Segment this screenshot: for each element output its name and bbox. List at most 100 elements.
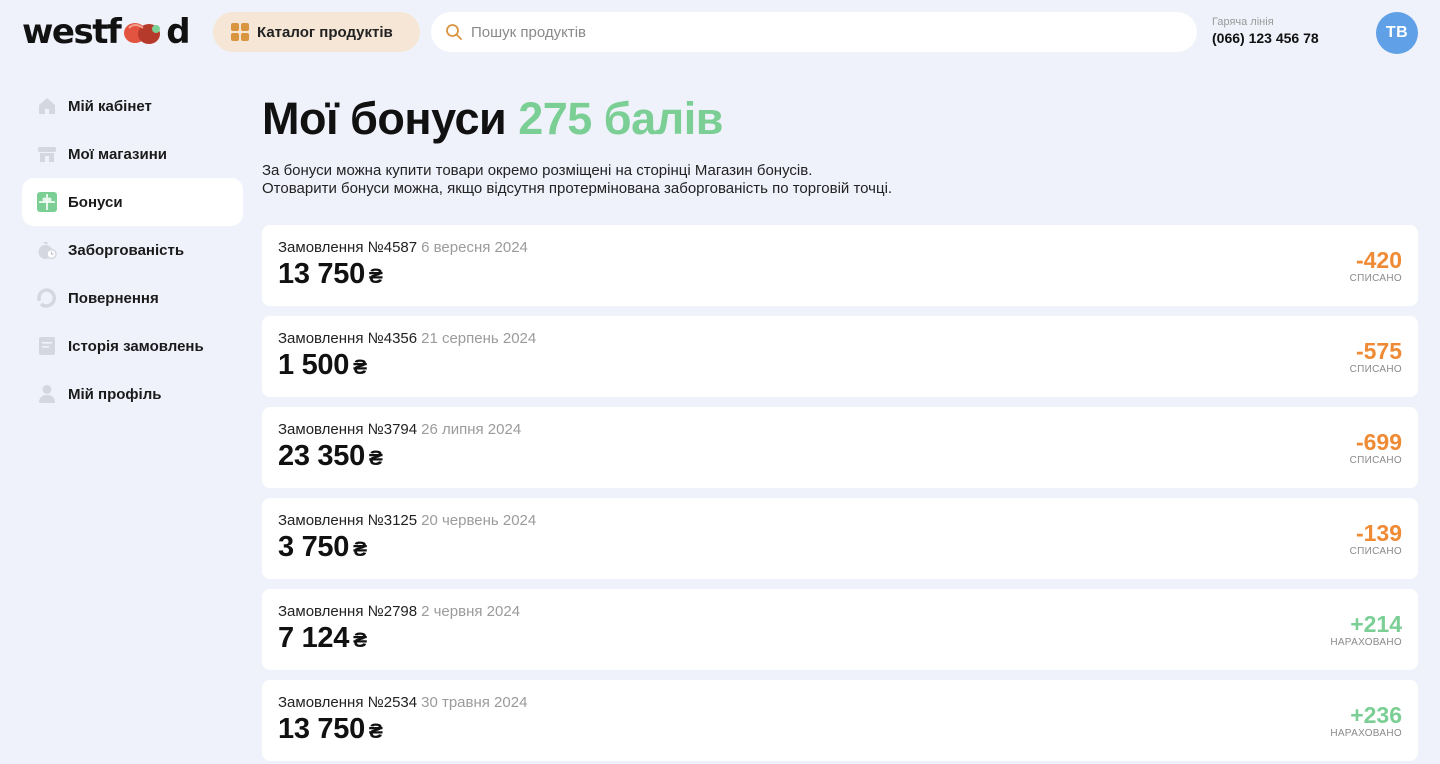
- order-header: Замовлення №3125 20 червень 2024: [278, 512, 1402, 530]
- currency-symbol: ₴: [368, 720, 383, 743]
- hotline: Гаряча лінія (066) 123 456 78: [1212, 16, 1352, 47]
- order-sum: 23 350 ₴: [278, 439, 1402, 476]
- sidebar-item-label: Бонуси: [68, 193, 123, 211]
- home-icon: [36, 95, 58, 117]
- sidebar-item-label: Заборгованість: [68, 241, 185, 259]
- sidebar: Мій кабінет Мої магазини Бонуси Заборгов…: [22, 82, 243, 418]
- bonus-description-line: За бонуси можна купити товари окремо роз…: [262, 162, 813, 179]
- gift-icon: [36, 191, 58, 213]
- order-amount: 3 750: [278, 531, 350, 563]
- search-input[interactable]: [471, 23, 1197, 41]
- order-sum: 13 750 ₴: [278, 257, 1402, 294]
- order-card[interactable]: Замовлення №3125 20 червень 2024 3 750 ₴ -…: [262, 498, 1418, 579]
- order-card[interactable]: Замовлення №2534 30 травня 2024 13 750 ₴ +…: [262, 680, 1418, 761]
- order-date: 26 липня 2024: [421, 421, 522, 438]
- order-header: Замовлення №3794 26 липня 2024: [278, 421, 1402, 439]
- order-number: Замовлення №2534: [278, 694, 418, 711]
- bonus-value: -575: [1355, 338, 1402, 364]
- orders-list: Замовлення №4587 6 вересня 2024 13 750 ₴ -…: [262, 225, 1418, 764]
- currency-symbol: ₴: [368, 265, 383, 288]
- sidebar-item-label: Історія замовлень: [68, 337, 204, 355]
- order-card[interactable]: Замовлення №4587 6 вересня 2024 13 750 ₴ -…: [262, 225, 1418, 306]
- order-header: Замовлення №2534 30 травня 2024: [278, 694, 1402, 712]
- order-date: 21 серпень 2024: [421, 330, 537, 347]
- sidebar-item-history[interactable]: Історія замовлень: [22, 322, 243, 370]
- order-bonus: -139 СПИСАНО: [1350, 520, 1402, 558]
- bonus-status: НАРАХОВАНО: [1330, 728, 1402, 739]
- bonus-value: +236: [1350, 702, 1402, 728]
- user-icon: [36, 383, 58, 405]
- order-number: Замовлення №2798: [278, 603, 418, 620]
- order-number: Замовлення №3794: [278, 421, 418, 438]
- order-bonus: -699 СПИСАНО: [1350, 429, 1402, 467]
- order-amount: 13 750: [278, 713, 365, 745]
- order-bonus: -575 СПИСАНО: [1350, 338, 1402, 376]
- currency-symbol: ₴: [353, 356, 367, 379]
- order-bonus: +214 НАРАХОВАНО: [1330, 611, 1402, 649]
- currency-symbol: ₴: [353, 629, 367, 652]
- sidebar-item-label: Повернення: [68, 289, 159, 307]
- order-date: 20 червень 2024: [421, 512, 537, 529]
- order-header: Замовлення №2798 2 червня 2024: [278, 603, 1402, 621]
- order-sum: 13 750 ₴: [278, 712, 1402, 749]
- sidebar-item-profile[interactable]: Мій профіль: [22, 370, 243, 418]
- logo-text-left: westf: [22, 12, 122, 52]
- sidebar-item-label: Мій кабінет: [68, 97, 152, 115]
- order-amount: 23 350: [278, 440, 365, 472]
- logo-text-right: d: [166, 12, 190, 52]
- order-card[interactable]: Замовлення №3794 26 липня 2024 23 350 ₴ -6…: [262, 407, 1418, 488]
- page: westf d Каталог продуктів Гаряча ліні: [0, 0, 1440, 764]
- sidebar-item-bonuses[interactable]: Бонуси: [22, 178, 243, 226]
- order-amount: 1 500: [278, 349, 350, 381]
- money-bag-icon: [36, 239, 58, 261]
- order-number: Замовлення №3125: [278, 512, 418, 529]
- order-bonus: -420 СПИСАНО: [1350, 247, 1402, 285]
- header: westf d Каталог продуктів Гаряча ліні: [0, 0, 1440, 64]
- order-card[interactable]: Замовлення №4356 21 серпень 2024 1 500 ₴ -…: [262, 316, 1418, 397]
- sidebar-item-stores[interactable]: Мої магазини: [22, 130, 243, 178]
- page-title-text: Мої бонуси: [262, 93, 507, 144]
- document-icon: [36, 335, 58, 357]
- order-amount: 7 124: [278, 622, 350, 654]
- bonus-points-total: 275 балів: [518, 93, 723, 144]
- bonus-status: СПИСАНО: [1349, 273, 1402, 284]
- logo[interactable]: westf d: [22, 12, 191, 52]
- search-bar: [431, 12, 1197, 52]
- order-header: Замовлення №4587 6 вересня 2024: [278, 239, 1402, 257]
- search-icon: [446, 24, 462, 40]
- order-bonus: +236 НАРАХОВАНО: [1330, 702, 1402, 740]
- hotline-phone[interactable]: (066) 123 456 78: [1212, 29, 1352, 47]
- order-date: 30 травня 2024: [421, 694, 528, 711]
- catalog-button[interactable]: Каталог продуктів: [213, 12, 420, 52]
- bonus-status: СПИСАНО: [1349, 546, 1402, 557]
- sidebar-item-cabinet[interactable]: Мій кабінет: [22, 82, 243, 130]
- catalog-button-label: Каталог продуктів: [257, 23, 393, 41]
- currency-symbol: ₴: [353, 538, 367, 561]
- order-number: Замовлення №4356: [278, 330, 418, 347]
- sidebar-item-debt[interactable]: Заборгованість: [22, 226, 243, 274]
- avatar[interactable]: ТВ: [1376, 12, 1418, 54]
- order-date: 2 червня 2024: [421, 603, 521, 620]
- order-sum: 7 124 ₴: [278, 621, 1402, 658]
- order-card[interactable]: Замовлення №2798 2 червня 2024 7 124 ₴ +21…: [262, 589, 1418, 670]
- page-title: Мої бонуси 275 балів: [262, 90, 1418, 148]
- bonus-description-line: Отоварити бонуси можна, якщо відсутня пр…: [262, 180, 893, 197]
- bonus-value: +214: [1350, 611, 1402, 637]
- sidebar-item-returns[interactable]: Повернення: [22, 274, 243, 322]
- bonus-value: -420: [1355, 247, 1402, 273]
- currency-symbol: ₴: [368, 447, 383, 470]
- return-icon: [36, 287, 58, 309]
- bonus-description: За бонуси можна купити товари окремо роз…: [262, 162, 1418, 198]
- food-logo-icon: [124, 23, 161, 44]
- bonus-status: СПИСАНО: [1349, 455, 1402, 466]
- sidebar-item-label: Мій профіль: [68, 385, 162, 403]
- bonus-status: НАРАХОВАНО: [1330, 637, 1402, 648]
- sidebar-item-label: Мої магазини: [68, 145, 168, 163]
- store-icon: [36, 143, 58, 165]
- bonus-status: СПИСАНО: [1349, 364, 1402, 375]
- order-header: Замовлення №4356 21 серпень 2024: [278, 330, 1402, 348]
- bonus-value: -139: [1355, 520, 1402, 546]
- main-content: Мої бонуси 275 балів За бонуси можна куп…: [262, 90, 1418, 198]
- order-sum: 1 500 ₴: [278, 348, 1402, 385]
- order-amount: 13 750: [278, 258, 365, 290]
